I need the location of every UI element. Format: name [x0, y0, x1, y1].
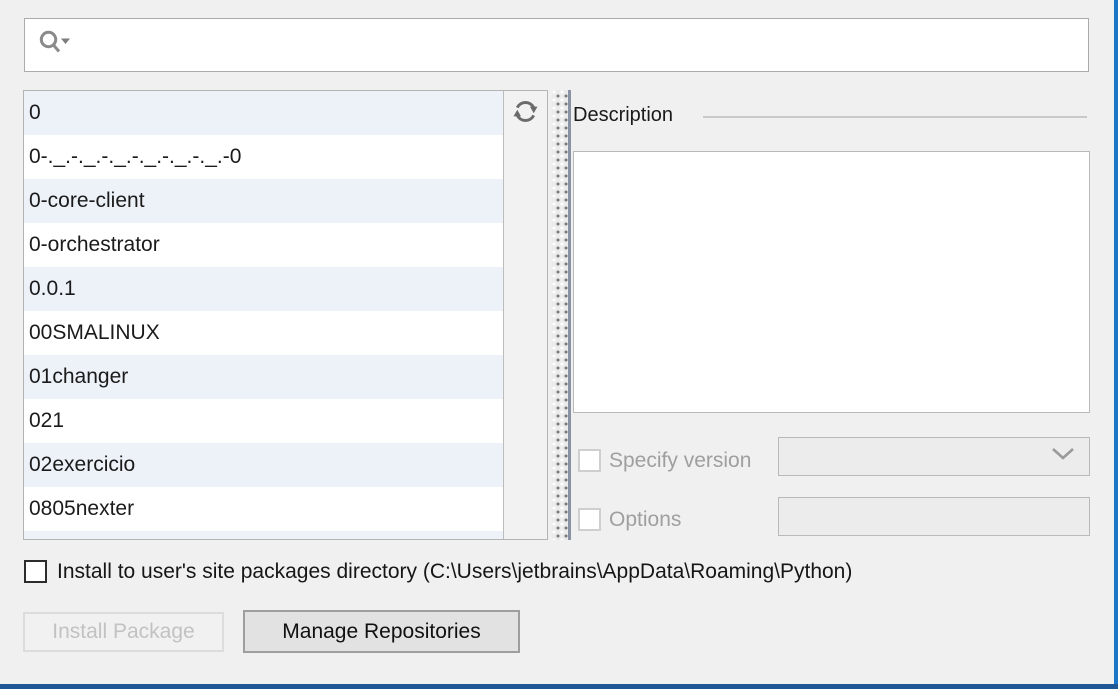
package-list-item[interactable]: 0-core-client — [24, 179, 503, 223]
window-border-bottom — [0, 684, 1118, 689]
description-separator — [703, 116, 1087, 118]
scrollbar-track[interactable] — [503, 91, 547, 539]
specify-version-label: Specify version — [609, 449, 751, 473]
package-list-item[interactable]: 00SMALINUX — [24, 311, 503, 355]
splitter-handle[interactable] — [552, 90, 571, 540]
version-select[interactable] — [778, 437, 1090, 476]
description-box — [573, 151, 1090, 413]
package-list-panel: 00-._.-._.-._.-._.-._.-._.-00-core-clien… — [23, 90, 548, 540]
package-list-item[interactable]: 0 — [24, 91, 503, 135]
chevron-down-icon — [1051, 447, 1075, 466]
package-list[interactable]: 00-._.-._.-._.-._.-._.-._.-00-core-clien… — [24, 91, 503, 539]
package-list-item[interactable]: 02exercicio — [24, 443, 503, 487]
package-list-filler-row — [24, 531, 503, 539]
install-package-button[interactable]: Install Package — [23, 612, 224, 652]
search-input-field[interactable] — [79, 19, 1088, 71]
options-input[interactable] — [778, 497, 1090, 536]
options-label: Options — [609, 508, 681, 532]
user-site-checkbox[interactable] — [24, 560, 47, 583]
refresh-icon — [510, 96, 541, 132]
package-list-item[interactable]: 021 — [24, 399, 503, 443]
refresh-button[interactable] — [504, 91, 547, 137]
manage-repositories-button[interactable]: Manage Repositories — [243, 610, 520, 653]
user-site-label: Install to user's site packages director… — [57, 560, 852, 584]
package-list-item[interactable]: 0.0.1 — [24, 267, 503, 311]
search-icon[interactable] — [37, 28, 71, 63]
specify-version-checkbox[interactable] — [578, 449, 601, 472]
search-input[interactable] — [24, 18, 1089, 72]
window-border-right — [1114, 0, 1118, 689]
package-list-item[interactable]: 0-orchestrator — [24, 223, 503, 267]
package-list-item[interactable]: 01changer — [24, 355, 503, 399]
description-label: Description — [573, 104, 673, 127]
options-checkbox[interactable] — [578, 508, 601, 531]
package-list-item[interactable]: 0805nexter — [24, 487, 503, 531]
package-list-item[interactable]: 0-._.-._.-._.-._.-._.-._.-0 — [24, 135, 503, 179]
